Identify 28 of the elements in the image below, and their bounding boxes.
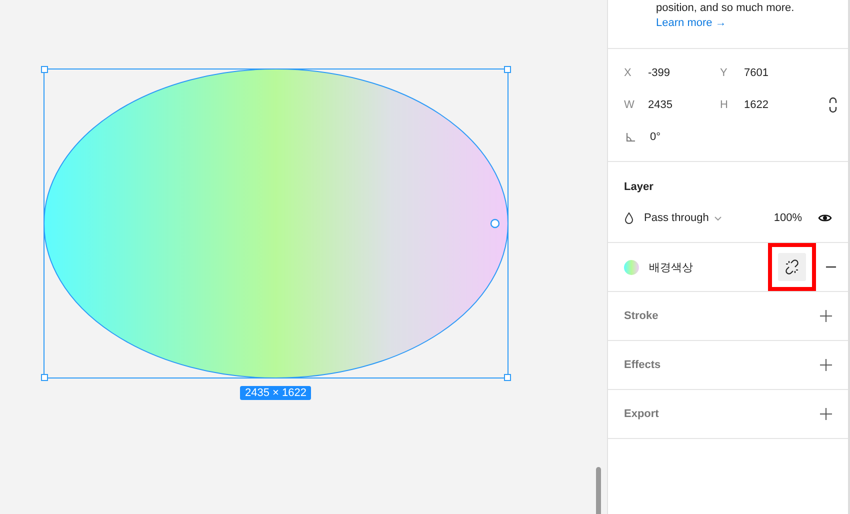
plus-icon[interactable] (820, 310, 832, 322)
angle-icon (626, 132, 636, 142)
learn-more-link[interactable]: Learn more → (656, 16, 726, 30)
blend-mode-dropdown[interactable]: Pass through (644, 212, 722, 224)
constrain-proportions-icon[interactable] (828, 97, 838, 113)
drop-icon (624, 212, 634, 224)
minus-icon[interactable] (826, 266, 836, 268)
section-title: Effects (624, 359, 661, 371)
section-title: Export (624, 408, 659, 420)
size-label: 2435 × 1622 (240, 386, 312, 400)
broken-link-icon (784, 259, 800, 275)
scrollbar-thumb[interactable] (596, 467, 601, 514)
style-name: 배경색상 (649, 260, 693, 274)
plus-icon[interactable] (820, 359, 832, 371)
eye-icon[interactable] (818, 213, 832, 223)
promo-text: position, and so much more. (656, 1, 796, 15)
rotation-field[interactable]: 0° (624, 131, 720, 143)
number-field[interactable]: Y 7601 (720, 67, 816, 79)
gradient-swatch[interactable] (624, 260, 639, 274)
section-title: Stroke (624, 310, 658, 322)
number-field[interactable]: H 1622 (720, 99, 816, 111)
opacity-field[interactable]: 100% (774, 212, 802, 224)
number-field[interactable]: X -399 (624, 67, 720, 79)
number-field[interactable]: W 2435 (624, 99, 720, 111)
section-title: Layer (624, 180, 654, 194)
chevron-down-icon (714, 216, 722, 220)
detach-style-button[interactable] (778, 253, 806, 281)
plus-icon[interactable] (820, 408, 832, 420)
